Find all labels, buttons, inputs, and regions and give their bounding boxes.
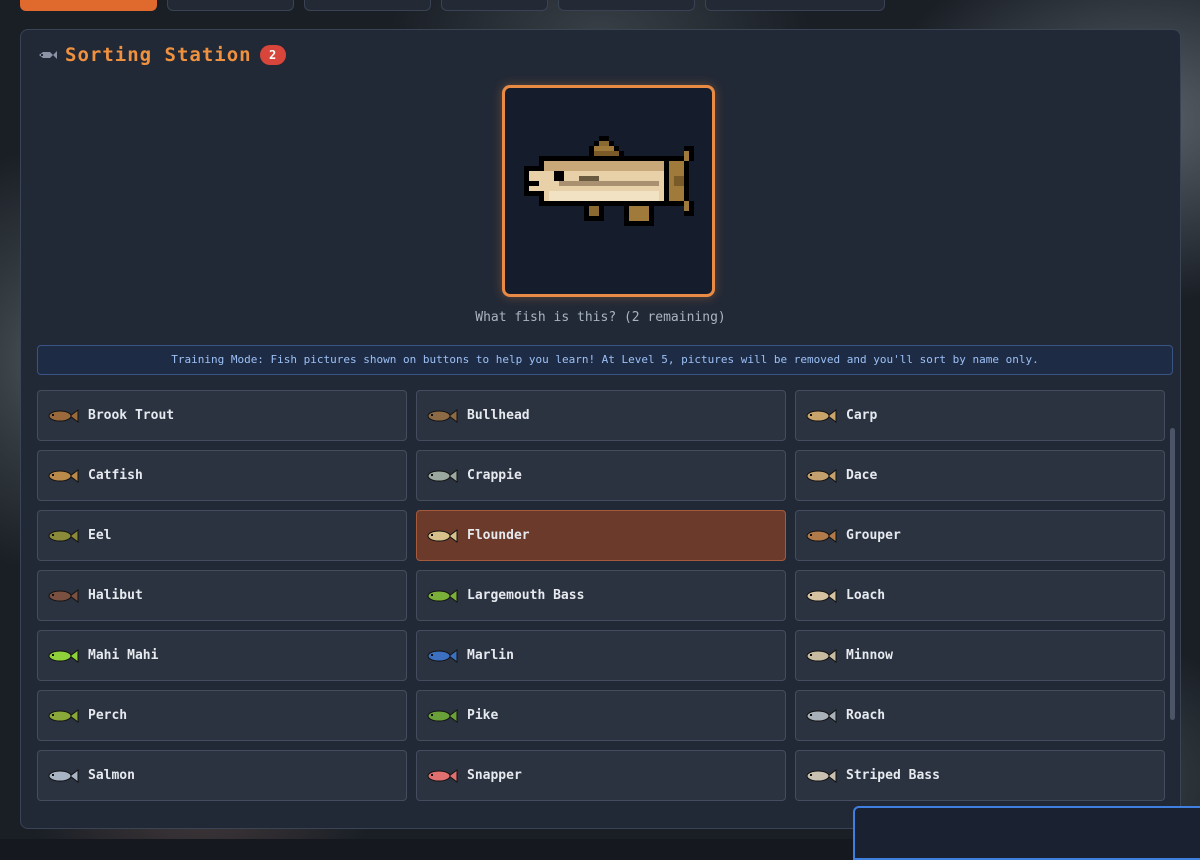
tab-5[interactable] [558,0,695,11]
fish-option-button[interactable]: Loach [795,570,1165,621]
corner-overlay-panel [853,806,1200,860]
page-title: Sorting Station [65,44,252,66]
fish-option-label: Crappie [467,468,522,483]
fish-option-button[interactable]: Marlin [416,630,786,681]
fish-option-label: Brook Trout [88,408,175,423]
fish-option-label: Bullhead [467,408,530,423]
remaining-count-badge: 2 [259,45,286,65]
fish-option-label: Minnow [846,648,893,663]
fish-option-label: Catfish [88,468,143,483]
fish-option-button[interactable]: Dace [795,450,1165,501]
brook-trout-icon [48,408,79,423]
fish-option-label: Carp [846,408,878,423]
fish-option-label: Dace [846,468,878,483]
fish-option-label: Striped Bass [846,768,940,783]
fish-option-label: Pike [467,708,499,723]
flounder-icon [427,528,458,543]
question-prompt: What fish is this? (2 remaining) [475,310,726,325]
snapper-icon [427,768,458,783]
fish-option-button[interactable]: Bullhead [416,390,786,441]
fish-option-button[interactable]: Carp [795,390,1165,441]
roach-icon [806,708,837,723]
fish-option-label: Halibut [88,588,143,603]
training-mode-notice: Training Mode: Fish pictures shown on bu… [37,345,1173,375]
fish-option-button[interactable]: Halibut [37,570,407,621]
fish-option-button[interactable]: Brook Trout [37,390,407,441]
sorting-station-panel: Sorting Station 2 What fish is this? (2 … [20,29,1181,829]
tab-3[interactable] [304,0,431,11]
perch-icon [48,708,79,723]
bullhead-icon [427,408,458,423]
fish-option-button[interactable]: Pike [416,690,786,741]
fish-option-button[interactable]: Crappie [416,450,786,501]
fish-option-label: Snapper [467,768,522,783]
eel-icon [48,528,79,543]
fish-option-button[interactable]: Perch [37,690,407,741]
marlin-icon [427,648,458,663]
tab-6[interactable] [705,0,885,11]
scrollbar-thumb[interactable] [1170,428,1175,720]
fish-option-button[interactable]: Grouper [795,510,1165,561]
mahi-mahi-icon [48,648,79,663]
pike-icon [427,708,458,723]
fish-option-button[interactable]: Eel [37,510,407,561]
catfish-pixel-icon [523,136,694,226]
minnow-icon [806,648,837,663]
fish-option-label: Largemouth Bass [467,588,585,603]
current-fish-frame [502,85,715,297]
grouper-icon [806,528,837,543]
fish-option-label: Loach [846,588,886,603]
fish-option-label: Grouper [846,528,901,543]
halibut-icon [48,588,79,603]
fish-option-label: Mahi Mahi [88,648,159,663]
panel-header: Sorting Station 2 [37,44,286,66]
loach-icon [806,588,837,603]
fish-option-label: Eel [88,528,112,543]
fish-option-button[interactable]: Mahi Mahi [37,630,407,681]
fish-option-label: Perch [88,708,128,723]
fish-option-label: Salmon [88,768,135,783]
fish-option-button[interactable]: Catfish [37,450,407,501]
tab-4[interactable] [441,0,548,11]
dace-icon [806,468,837,483]
fish-option-label: Marlin [467,648,514,663]
fish-options-scroll-area[interactable]: Brook Trout Bullhead Carp Catfish Crappie Dac… [37,390,1167,815]
striped-bass-icon [806,768,837,783]
fish-option-label: Flounder [467,528,530,543]
fish-icon [39,51,57,59]
fish-option-button[interactable]: Largemouth Bass [416,570,786,621]
top-tab-bar [20,0,885,11]
crappie-icon [427,468,458,483]
carp-icon [806,408,837,423]
fish-option-label: Roach [846,708,886,723]
fish-option-button[interactable]: Flounder [416,510,786,561]
fish-option-button[interactable]: Minnow [795,630,1165,681]
fish-option-button[interactable]: Snapper [416,750,786,801]
fish-options-grid: Brook Trout Bullhead Carp Catfish Crappie Dac… [37,390,1165,801]
fish-option-button[interactable]: Salmon [37,750,407,801]
fish-option-button[interactable]: Roach [795,690,1165,741]
largemouth-bass-icon [427,588,458,603]
tab-active[interactable] [20,0,157,11]
fish-option-button[interactable]: Striped Bass [795,750,1165,801]
salmon-icon [48,768,79,783]
catfish-icon [48,468,79,483]
tab-2[interactable] [167,0,294,11]
